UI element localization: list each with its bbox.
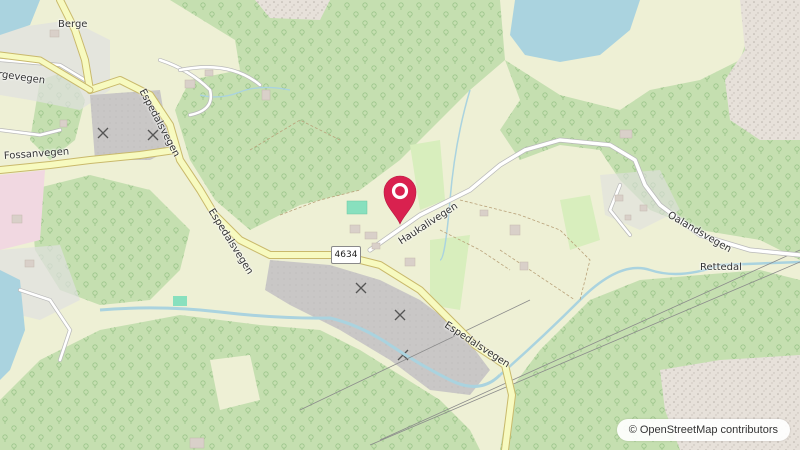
place-label-berge: Berge (58, 19, 88, 30)
map-attribution[interactable]: © OpenStreetMap contributors (616, 419, 790, 441)
place-label-rettedal: Rettedal (700, 262, 742, 273)
sports-pitch (346, 200, 368, 215)
route-shield-4634: 4634 (331, 246, 361, 264)
map-pin-icon[interactable] (378, 170, 422, 226)
attribution-text[interactable]: OpenStreetMap contributors (640, 424, 778, 436)
map-view[interactable]: Berge rgevegen Fossanvegen Espedalsvegen… (0, 0, 800, 450)
small-pitch (173, 296, 187, 306)
copyright-icon: © (628, 424, 637, 436)
